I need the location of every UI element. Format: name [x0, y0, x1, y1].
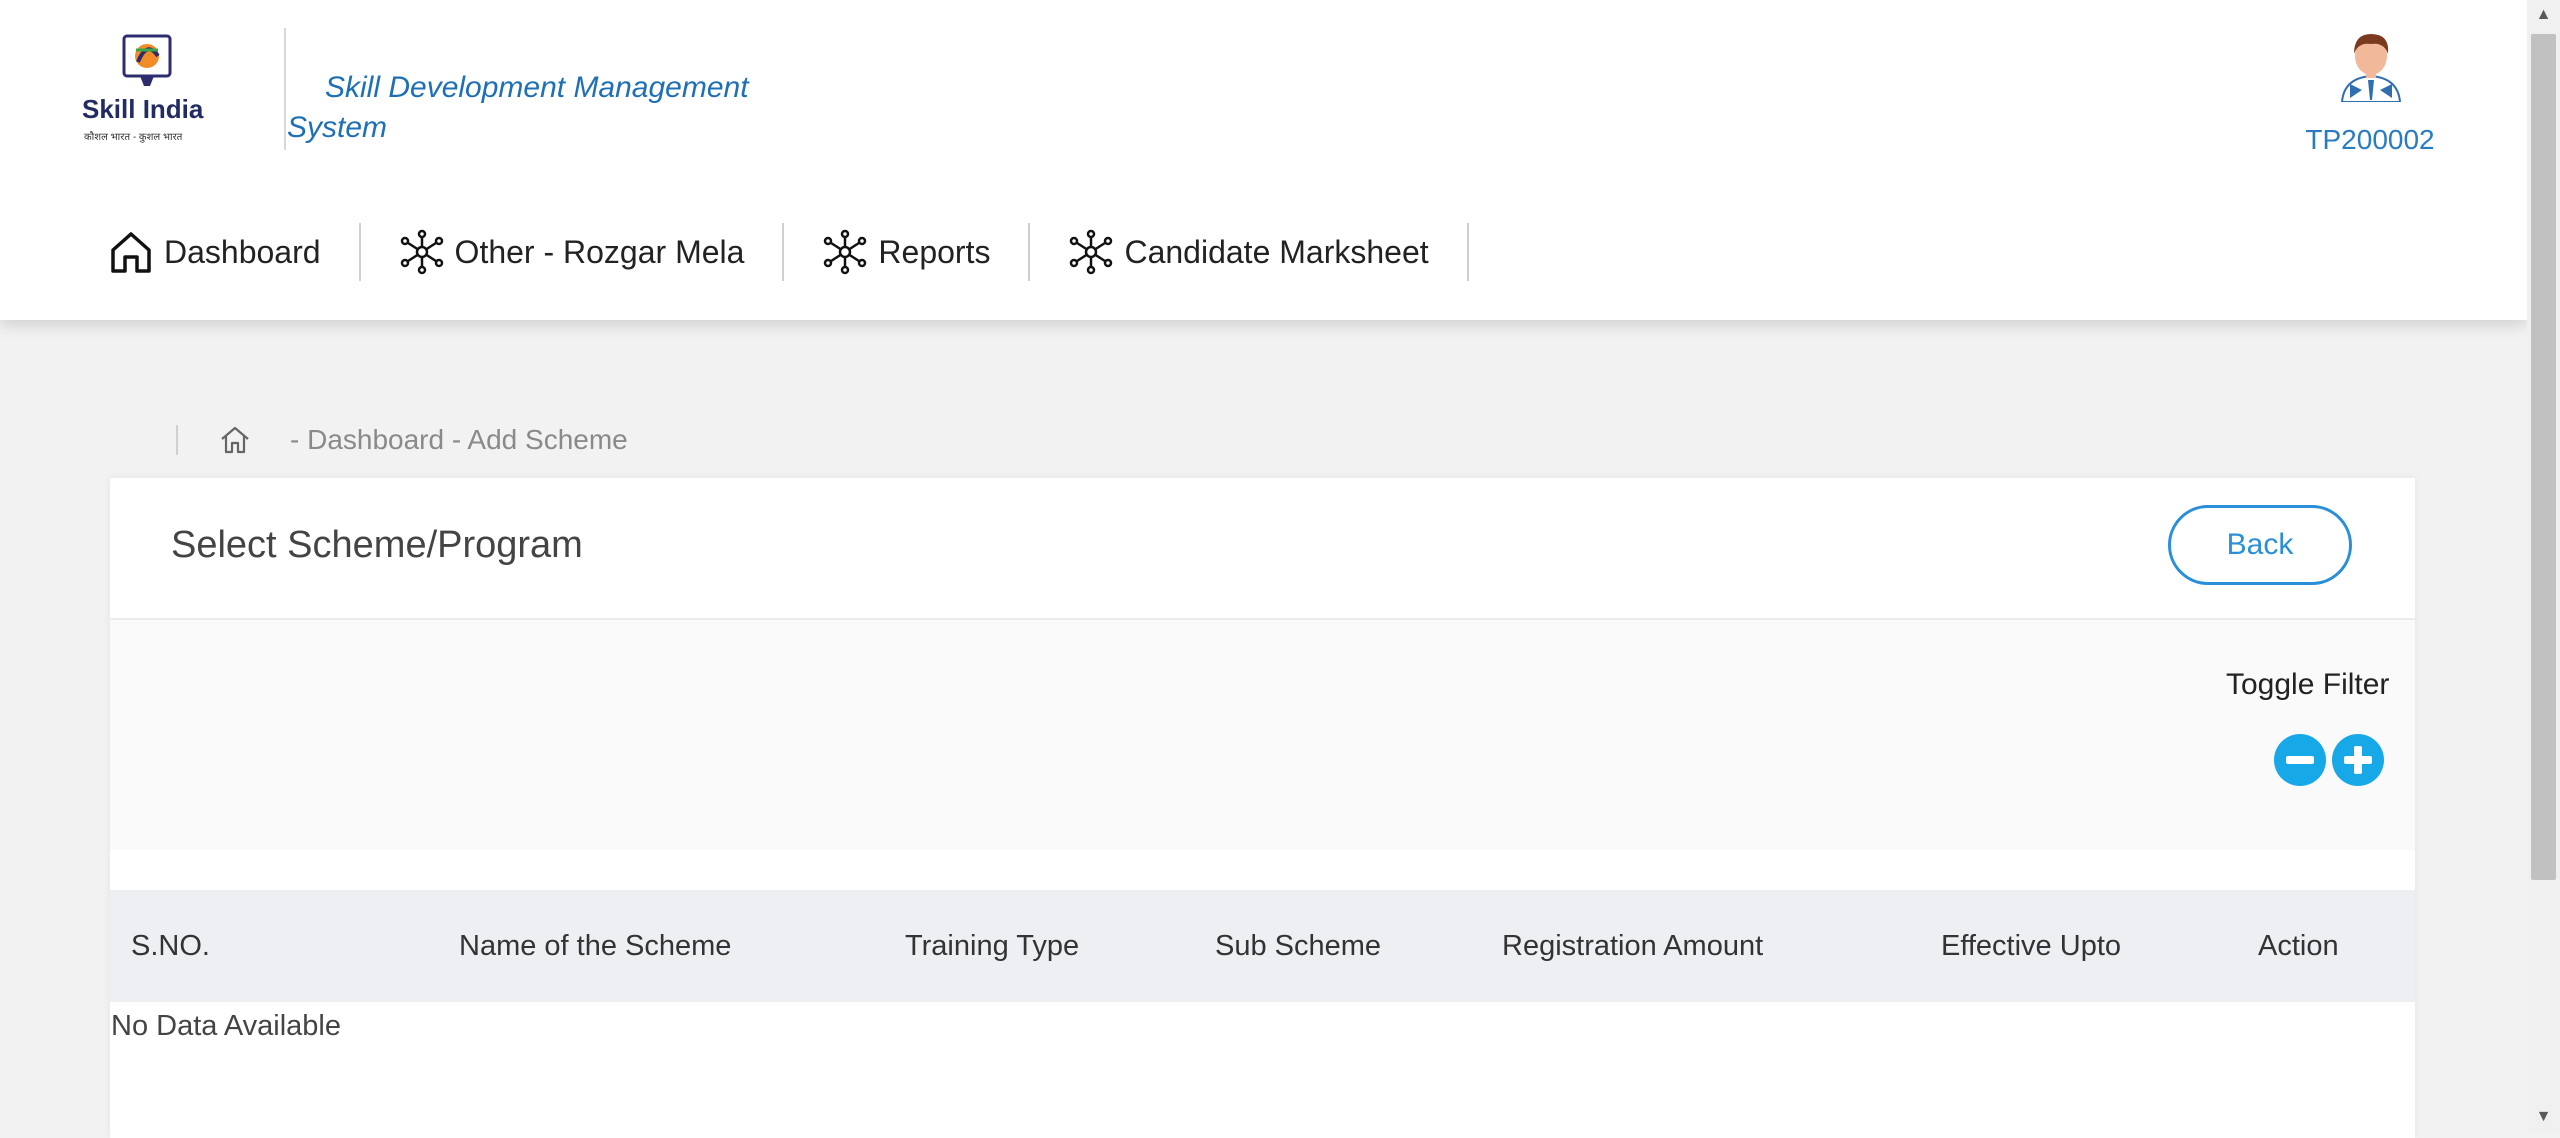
plus-icon: [2344, 746, 2372, 774]
user-avatar[interactable]: [2336, 28, 2406, 103]
scheme-card: Select Scheme/Program Back Toggle Filter…: [110, 478, 2415, 1138]
scroll-up-arrow-icon[interactable]: ▲: [2527, 0, 2560, 30]
top-header: Skill India कौशल भारत - कुशल भारत Skill …: [0, 0, 2527, 320]
breadcrumb: - Dashboard - Add Scheme: [176, 420, 628, 460]
nav-dashboard-label: Dashboard: [164, 233, 321, 270]
network-icon: [824, 229, 867, 275]
column-header-registration-amount[interactable]: Registration Amount: [1502, 890, 1763, 1002]
user-id[interactable]: TP200002: [2300, 124, 2440, 156]
nav-dashboard[interactable]: Dashboard: [108, 222, 321, 282]
logo-divider: [284, 28, 286, 150]
column-header-action[interactable]: Action: [2258, 890, 2339, 1002]
column-header-effective-upto[interactable]: Effective Upto: [1941, 890, 2121, 1002]
nav-rozgar-mela-label: Other - Rozgar Mela: [454, 233, 745, 270]
nav-divider: [1466, 223, 1469, 281]
vertical-scrollbar[interactable]: ▲ ▼: [2527, 0, 2560, 1132]
breadcrumb-path: - Dashboard - Add Scheme: [290, 424, 628, 455]
app-title-line1: Skill Development Management: [325, 71, 749, 104]
table-header-row: S.NO. Name of the Scheme Training Type S…: [110, 890, 2415, 1002]
table-top-band: [110, 850, 2415, 890]
nav-reports-label: Reports: [878, 233, 991, 270]
toggle-filter-label: Toggle Filter: [2226, 668, 2390, 701]
scrollbar-thumb[interactable]: [2531, 34, 2556, 880]
collapse-filter-button[interactable]: [2274, 734, 2326, 786]
breadcrumb-divider: [176, 425, 178, 455]
empty-table-message: No Data Available: [111, 1010, 342, 1042]
column-header-scheme-name[interactable]: Name of the Scheme: [459, 890, 731, 1002]
nav-reports[interactable]: Reports: [822, 222, 990, 282]
nav-divider: [782, 223, 785, 281]
nav-candidate-marksheet[interactable]: Candidate Marksheet: [1068, 222, 1429, 282]
back-button[interactable]: Back: [2168, 505, 2352, 585]
column-header-training-type[interactable]: Training Type: [905, 890, 1079, 1002]
column-header-sub-scheme[interactable]: Sub Scheme: [1215, 890, 1381, 1002]
column-header-sno[interactable]: S.NO.: [131, 890, 210, 1002]
table-body: No Data Available: [110, 1002, 2415, 1138]
minus-icon: [2286, 756, 2314, 764]
card-title: Select Scheme/Program: [171, 524, 583, 566]
network-icon: [400, 229, 443, 275]
main-nav: Dashboard Other - Rozgar Mela Reports Ca…: [108, 222, 1507, 282]
skill-india-logo[interactable]: Skill India कौशल भारत - कुशल भारत: [80, 32, 220, 150]
nav-divider: [358, 223, 361, 281]
home-outline-icon[interactable]: [218, 423, 252, 457]
app-title-line2: System: [287, 111, 388, 144]
expand-filter-button[interactable]: [2332, 734, 2384, 786]
nav-rozgar-mela[interactable]: Other - Rozgar Mela: [399, 222, 745, 282]
nav-divider: [1028, 223, 1031, 281]
nav-candidate-marksheet-label: Candidate Marksheet: [1124, 233, 1429, 270]
app-title: Skill Development Management System: [287, 68, 787, 148]
logo-text: Skill India: [82, 94, 204, 124]
network-icon: [1070, 229, 1113, 275]
card-header: Select Scheme/Program Back: [110, 478, 2415, 620]
scroll-down-arrow-icon[interactable]: ▼: [2527, 1102, 2560, 1132]
logo-subtext: कौशल भारत - कुशल भारत: [84, 131, 183, 143]
home-icon: [111, 232, 151, 273]
